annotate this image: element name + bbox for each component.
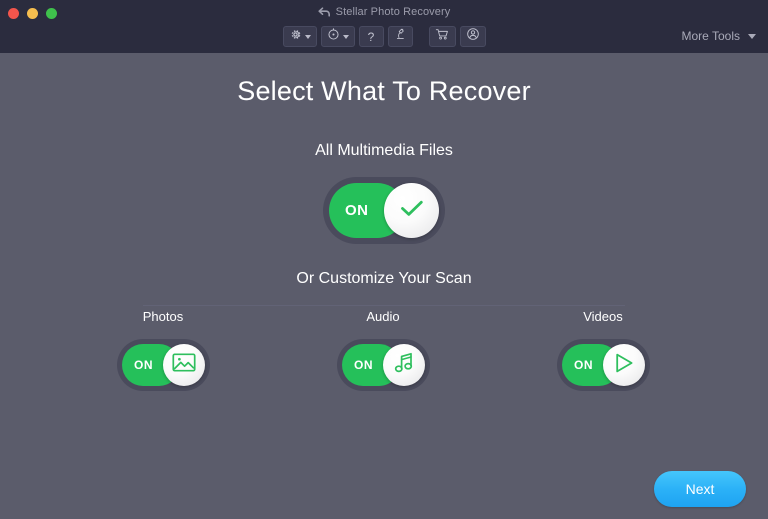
image-icon	[172, 353, 196, 377]
toolbar-account-group	[428, 26, 486, 47]
history-clock-icon	[327, 27, 340, 46]
chevron-down-icon	[342, 34, 349, 39]
chevron-down-icon	[748, 33, 756, 39]
maximize-button[interactable]	[46, 8, 57, 19]
shopping-cart-icon	[435, 28, 450, 46]
microscope-icon	[394, 27, 407, 46]
buy-now-button[interactable]	[428, 26, 456, 47]
category-label-photos: Photos	[142, 309, 184, 324]
page-title: Select What To Recover	[237, 76, 531, 106]
main-content: Select What To Recover All Multimedia Fi…	[0, 53, 768, 519]
music-note-icon	[394, 352, 415, 379]
gear-icon	[289, 28, 302, 46]
photos-toggle-state: ON	[134, 358, 153, 372]
audio-toggle-knob[interactable]	[383, 344, 425, 386]
monitor-drive-button[interactable]	[387, 26, 413, 47]
title-bar: Stellar Photo Recovery ? More Tools	[0, 0, 768, 53]
photos-toggle-knob[interactable]	[163, 344, 205, 386]
more-tools-label: More Tools	[681, 29, 740, 43]
close-button[interactable]	[8, 8, 19, 19]
user-account-icon	[466, 27, 480, 46]
category-label-audio: Audio	[366, 309, 400, 324]
photos-toggle[interactable]: ON	[117, 339, 210, 391]
customize-label: Or Customize Your Scan	[296, 270, 472, 287]
back-arrow-icon	[318, 7, 331, 18]
category-label-videos: Videos	[583, 309, 623, 324]
audio-toggle[interactable]: ON	[337, 339, 430, 391]
all-media-toggle-knob[interactable]	[384, 183, 439, 238]
checkmark-icon	[399, 198, 425, 223]
play-triangle-icon	[613, 352, 635, 379]
question-mark-icon: ?	[367, 29, 375, 44]
photos-toggle-track: ON	[122, 344, 205, 386]
audio-toggle-state: ON	[354, 358, 373, 372]
window-title-text: Stellar Photo Recovery	[335, 6, 451, 18]
audio-toggle-track: ON	[342, 344, 425, 386]
all-media-label: All Multimedia Files	[315, 142, 453, 159]
videos-toggle-knob[interactable]	[603, 344, 645, 386]
more-tools-menu[interactable]: More Tools	[682, 29, 756, 43]
account-button[interactable]	[459, 26, 486, 47]
next-button[interactable]: Next	[654, 471, 746, 507]
all-media-toggle[interactable]: ON	[323, 177, 445, 244]
toolbar-primary-group: ?	[282, 26, 413, 47]
toolbar: ?	[0, 26, 768, 47]
help-button[interactable]: ?	[358, 26, 384, 47]
app-window: Stellar Photo Recovery ? More Tools Sele…	[0, 0, 768, 519]
all-media-toggle-state: ON	[345, 202, 369, 219]
chevron-down-icon	[304, 34, 311, 39]
settings-button[interactable]	[282, 26, 317, 47]
window-title: Stellar Photo Recovery	[0, 4, 768, 20]
minimize-button[interactable]	[27, 8, 38, 19]
window-controls	[8, 8, 57, 19]
all-media-toggle-track: ON	[329, 183, 439, 238]
videos-toggle-state: ON	[574, 358, 593, 372]
section-divider	[143, 305, 625, 306]
videos-toggle[interactable]: ON	[557, 339, 650, 391]
recovery-history-button[interactable]	[320, 26, 355, 47]
videos-toggle-track: ON	[562, 344, 645, 386]
